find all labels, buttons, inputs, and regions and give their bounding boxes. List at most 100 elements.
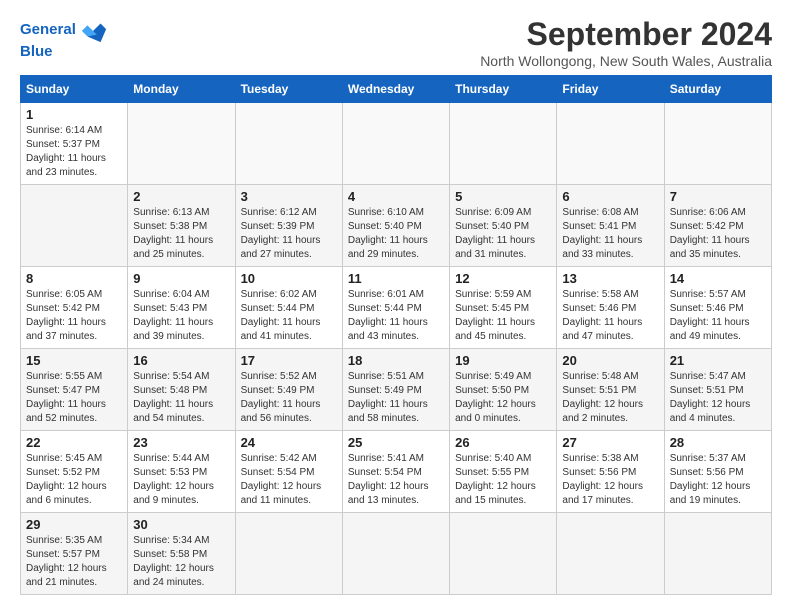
- day-number: 7: [670, 189, 766, 204]
- day-number: 23: [133, 435, 229, 450]
- day-info: Sunrise: 5:58 AM Sunset: 5:46 PM Dayligh…: [562, 288, 658, 344]
- logo-text-blue: Blue: [20, 44, 108, 61]
- day-info: Sunrise: 6:01 AM Sunset: 5:44 PM Dayligh…: [348, 288, 444, 344]
- day-info: Sunrise: 5:45 AM Sunset: 5:52 PM Dayligh…: [26, 452, 122, 508]
- calendar-cell: 8 Sunrise: 6:05 AM Sunset: 5:42 PM Daylig…: [21, 267, 128, 349]
- calendar-cell: [235, 513, 342, 595]
- header-friday: Friday: [557, 76, 664, 103]
- day-info: Sunrise: 5:54 AM Sunset: 5:48 PM Dayligh…: [133, 370, 229, 426]
- calendar-cell: 12 Sunrise: 5:59 AM Sunset: 5:45 PM Dayli…: [450, 267, 557, 349]
- calendar-row-3: 15 Sunrise: 5:55 AM Sunset: 5:47 PM Dayli…: [21, 349, 772, 431]
- calendar-cell: 3Sunrise: 6:12 AM Sunset: 5:39 PM Daylig…: [235, 185, 342, 267]
- day-number: 6: [562, 189, 658, 204]
- day-info: Sunrise: 5:52 AM Sunset: 5:49 PM Dayligh…: [241, 370, 337, 426]
- day-info: Sunrise: 5:57 AM Sunset: 5:46 PM Dayligh…: [670, 288, 766, 344]
- calendar-cell: [450, 513, 557, 595]
- day-number: 10: [241, 271, 337, 286]
- calendar-cell: [342, 513, 449, 595]
- calendar-cell: 27Sunrise: 5:38 AM Sunset: 5:56 PM Dayli…: [557, 431, 664, 513]
- day-number: 14: [670, 271, 766, 286]
- calendar-cell: [128, 103, 235, 185]
- day-info: Sunrise: 6:02 AM Sunset: 5:44 PM Dayligh…: [241, 288, 337, 344]
- day-number: 22: [26, 435, 122, 450]
- calendar-cell: 20Sunrise: 5:48 AM Sunset: 5:51 PM Dayli…: [557, 349, 664, 431]
- calendar-cell: [557, 103, 664, 185]
- calendar-cell: 10 Sunrise: 6:02 AM Sunset: 5:44 PM Dayli…: [235, 267, 342, 349]
- day-number: 28: [670, 435, 766, 450]
- day-info: Sunrise: 5:40 AM Sunset: 5:55 PM Dayligh…: [455, 452, 551, 508]
- header-tuesday: Tuesday: [235, 76, 342, 103]
- day-number: 1: [26, 107, 122, 122]
- day-info: Sunrise: 5:41 AM Sunset: 5:54 PM Dayligh…: [348, 452, 444, 508]
- header-monday: Monday: [128, 76, 235, 103]
- calendar-cell: 26Sunrise: 5:40 AM Sunset: 5:55 PM Dayli…: [450, 431, 557, 513]
- calendar-cell: 22 Sunrise: 5:45 AM Sunset: 5:52 PM Dayli…: [21, 431, 128, 513]
- calendar-cell: 18 Sunrise: 5:51 AM Sunset: 5:49 PM Dayli…: [342, 349, 449, 431]
- calendar-row-2: 8 Sunrise: 6:05 AM Sunset: 5:42 PM Daylig…: [21, 267, 772, 349]
- day-number: 2: [133, 189, 229, 204]
- calendar-cell: 17 Sunrise: 5:52 AM Sunset: 5:49 PM Dayli…: [235, 349, 342, 431]
- calendar-cell: 11Sunrise: 6:01 AM Sunset: 5:44 PM Dayli…: [342, 267, 449, 349]
- page-header: General Blue September 2024 North Wollon…: [20, 16, 772, 69]
- calendar-cell: 23Sunrise: 5:44 AM Sunset: 5:53 PM Dayli…: [128, 431, 235, 513]
- day-info: Sunrise: 6:08 AM Sunset: 5:41 PM Dayligh…: [562, 206, 658, 262]
- day-number: 18: [348, 353, 444, 368]
- calendar-row-5: 29 Sunrise: 5:35 AM Sunset: 5:57 PM Dayli…: [21, 513, 772, 595]
- calendar-cell: [664, 103, 771, 185]
- day-number: 3: [241, 189, 337, 204]
- day-info: Sunrise: 6:13 AM Sunset: 5:38 PM Dayligh…: [133, 206, 229, 262]
- day-number: 9: [133, 271, 229, 286]
- day-info: Sunrise: 5:49 AM Sunset: 5:50 PM Dayligh…: [455, 370, 551, 426]
- day-number: 29: [26, 517, 122, 532]
- day-info: Sunrise: 5:55 AM Sunset: 5:47 PM Dayligh…: [26, 370, 122, 426]
- day-number: 5: [455, 189, 551, 204]
- calendar-cell: 13Sunrise: 5:58 AM Sunset: 5:46 PM Dayli…: [557, 267, 664, 349]
- day-number: 19: [455, 353, 551, 368]
- calendar-cell: [450, 103, 557, 185]
- day-number: 12: [455, 271, 551, 286]
- calendar-row-0: 1Sunrise: 6:14 AM Sunset: 5:37 PM Daylig…: [21, 103, 772, 185]
- header-saturday: Saturday: [664, 76, 771, 103]
- logo-text: General: [20, 22, 76, 39]
- day-info: Sunrise: 5:34 AM Sunset: 5:58 PM Dayligh…: [133, 534, 229, 590]
- day-info: Sunrise: 5:59 AM Sunset: 5:45 PM Dayligh…: [455, 288, 551, 344]
- day-info: Sunrise: 5:35 AM Sunset: 5:57 PM Dayligh…: [26, 534, 122, 590]
- day-info: Sunrise: 6:05 AM Sunset: 5:42 PM Dayligh…: [26, 288, 122, 344]
- calendar-table: SundayMondayTuesdayWednesdayThursdayFrid…: [20, 75, 772, 595]
- header-thursday: Thursday: [450, 76, 557, 103]
- day-number: 17: [241, 353, 337, 368]
- day-number: 4: [348, 189, 444, 204]
- day-info: Sunrise: 6:04 AM Sunset: 5:43 PM Dayligh…: [133, 288, 229, 344]
- location-subtitle: North Wollongong, New South Wales, Austr…: [480, 53, 772, 69]
- calendar-cell: 9 Sunrise: 6:04 AM Sunset: 5:43 PM Daylig…: [128, 267, 235, 349]
- calendar-cell: 15 Sunrise: 5:55 AM Sunset: 5:47 PM Dayli…: [21, 349, 128, 431]
- calendar-cell: [557, 513, 664, 595]
- calendar-cell: [342, 103, 449, 185]
- calendar-cell: [21, 185, 128, 267]
- day-info: Sunrise: 5:47 AM Sunset: 5:51 PM Dayligh…: [670, 370, 766, 426]
- calendar-cell: 14 Sunrise: 5:57 AM Sunset: 5:46 PM Dayli…: [664, 267, 771, 349]
- day-info: Sunrise: 5:37 AM Sunset: 5:56 PM Dayligh…: [670, 452, 766, 508]
- calendar-cell: 24Sunrise: 5:42 AM Sunset: 5:54 PM Dayli…: [235, 431, 342, 513]
- calendar-cell: [235, 103, 342, 185]
- day-info: Sunrise: 6:06 AM Sunset: 5:42 PM Dayligh…: [670, 206, 766, 262]
- calendar-cell: 4Sunrise: 6:10 AM Sunset: 5:40 PM Daylig…: [342, 185, 449, 267]
- day-info: Sunrise: 5:51 AM Sunset: 5:49 PM Dayligh…: [348, 370, 444, 426]
- day-number: 20: [562, 353, 658, 368]
- calendar-cell: 5Sunrise: 6:09 AM Sunset: 5:40 PM Daylig…: [450, 185, 557, 267]
- calendar-cell: 19 Sunrise: 5:49 AM Sunset: 5:50 PM Dayli…: [450, 349, 557, 431]
- day-number: 15: [26, 353, 122, 368]
- day-number: 24: [241, 435, 337, 450]
- calendar-header-row: SundayMondayTuesdayWednesdayThursdayFrid…: [21, 76, 772, 103]
- day-number: 16: [133, 353, 229, 368]
- day-number: 30: [133, 517, 229, 532]
- calendar-cell: 6 Sunrise: 6:08 AM Sunset: 5:41 PM Daylig…: [557, 185, 664, 267]
- month-title: September 2024: [480, 16, 772, 53]
- day-info: Sunrise: 5:38 AM Sunset: 5:56 PM Dayligh…: [562, 452, 658, 508]
- calendar-cell: 29 Sunrise: 5:35 AM Sunset: 5:57 PM Dayli…: [21, 513, 128, 595]
- day-number: 25: [348, 435, 444, 450]
- header-sunday: Sunday: [21, 76, 128, 103]
- calendar-cell: 16 Sunrise: 5:54 AM Sunset: 5:48 PM Dayli…: [128, 349, 235, 431]
- day-number: 8: [26, 271, 122, 286]
- calendar-cell: 25 Sunrise: 5:41 AM Sunset: 5:54 PM Dayli…: [342, 431, 449, 513]
